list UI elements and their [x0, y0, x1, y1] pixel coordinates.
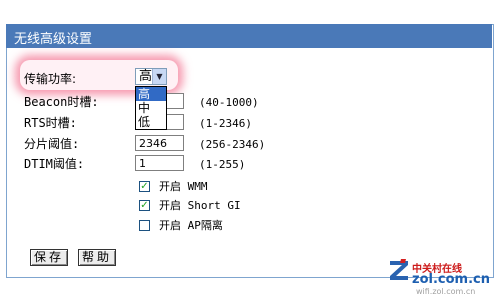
chevron-down-icon[interactable]: ▼ [152, 69, 166, 84]
tx-power-value: 高 [139, 69, 153, 84]
wmm-checkbox[interactable]: ✓ [139, 181, 150, 192]
short-gi-checkbox[interactable]: ✓ [139, 200, 150, 211]
tx-power-select[interactable]: 高 ▼ [135, 68, 167, 85]
dtim-input[interactable]: 1 [135, 155, 184, 171]
frag-range: (256-2346) [199, 138, 266, 151]
wmm-label: 开启 WMM [159, 180, 208, 193]
save-button[interactable]: 保存 [30, 249, 68, 266]
frag-input[interactable]: 2346 [135, 135, 184, 151]
panel-title: 无线高级设置 [14, 32, 93, 47]
ap-isolation-label: 开启 AP隔离 [159, 219, 223, 232]
zol-watermark: 中关村在线 zol.com.cn wifi.zol.com.cn [388, 256, 498, 296]
rts-range: (1-2346) [199, 117, 252, 130]
help-button[interactable]: 帮助 [78, 249, 116, 266]
tx-power-dropdown[interactable]: 高 中 低 [135, 86, 167, 130]
frag-label: 分片阈值: [24, 137, 80, 151]
dtim-label: DTIM阈值: [24, 157, 85, 171]
dtim-range: (1-255) [199, 158, 246, 171]
rts-label: RTS时槽: [24, 116, 77, 130]
tx-power-label: 传输功率: [24, 72, 77, 86]
tx-power-option[interactable]: 中 [136, 101, 166, 115]
panel-titlebar: 无线高级设置 [6, 24, 492, 48]
watermark-url: wifi.zol.com.cn [416, 287, 476, 296]
tx-power-option[interactable]: 低 [136, 115, 166, 129]
beacon-range: (40-1000) [199, 96, 259, 109]
ap-isolation-checkbox[interactable] [139, 220, 150, 231]
tx-power-option[interactable]: 高 [136, 87, 166, 101]
short-gi-label: 开启 Short GI [159, 199, 241, 212]
beacon-label: Beacon时槽: [24, 95, 99, 109]
zol-logo-icon [390, 259, 408, 280]
watermark-brand-en: zol.com.cn [412, 272, 490, 287]
